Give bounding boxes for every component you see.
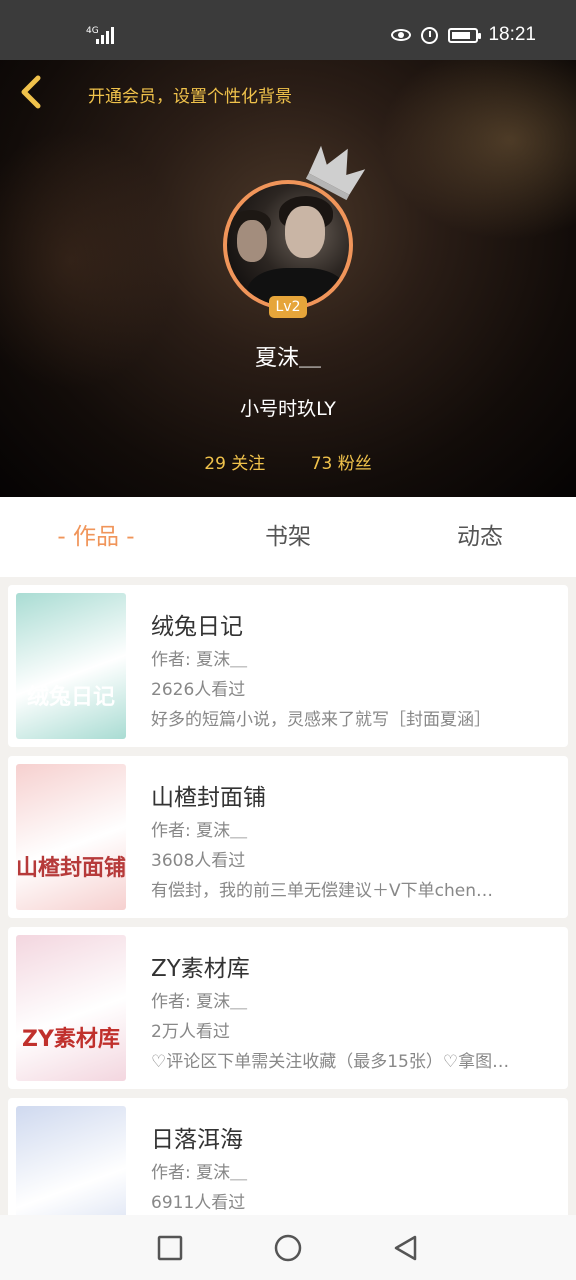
book-cover: 山楂封面铺 [16,764,126,910]
book-views: 2万人看过 [151,1022,230,1042]
following-count[interactable]: 29 关注 [204,449,265,474]
recent-apps-button[interactable] [155,1233,185,1263]
alarm-icon [421,26,439,44]
book-title: ZY素材库 [151,956,250,982]
book-title: 绒兔日记 [151,614,243,640]
book-description: 有偿封，我的前三单无偿建议＋V下单chen… [151,881,493,901]
book-author: 作者: 夏沫＿ [151,992,248,1012]
tab-activity[interactable]: 动态 [384,497,576,577]
nickname: 小号时玖LY [240,398,336,420]
level-badge: Lv2 [269,296,307,318]
profile-tabs: - 作品 - 书架 动态 [0,497,576,577]
book-author: 作者: 夏沫＿ [151,650,248,670]
book-author: 作者: 夏沫＿ [151,1163,248,1183]
battery-icon [448,27,482,43]
list-item[interactable]: 绒兔日记 绒兔日记 作者: 夏沫＿ 2626人看过 好多的短篇小说，灵感来了就写… [8,585,568,747]
list-item[interactable]: 山楂封面铺 山楂封面铺 作者: 夏沫＿ 3608人看过 有偿封，我的前三单无偿建… [8,756,568,918]
vip-background-link[interactable]: 开通会员，设置个性化背景 [88,82,292,107]
back-arrow-icon [21,75,41,109]
tab-works[interactable]: - 作品 - [0,497,192,577]
book-title: 日落洱海 [151,1127,243,1153]
crown-icon [306,145,366,200]
cover-title: ZY素材库 [22,1027,120,1052]
cover-title: 绒兔日记 [26,685,115,710]
back-button[interactable] [14,72,48,112]
username: 夏沫＿ [254,346,321,371]
book-cover [16,1106,126,1215]
system-nav-bar [0,1215,576,1280]
list-item[interactable]: 日落洱海 作者: 夏沫＿ 6911人看过 [8,1098,568,1215]
book-views: 6911人看过 [151,1193,246,1213]
signal-icon [96,26,116,44]
book-cover: ZY素材库 [16,935,126,1081]
book-title: 山楂封面铺 [151,785,266,811]
eye-icon [391,29,412,41]
status-bar: 4G 18:21 [0,0,576,60]
list-item[interactable]: ZY素材库 ZY素材库 作者: 夏沫＿ 2万人看过 ♡评论区下单需关注收藏（最多… [8,927,568,1089]
back-nav-button[interactable] [391,1233,421,1263]
book-author: 作者: 夏沫＿ [151,821,248,841]
book-views: 2626人看过 [151,680,246,700]
profile-header: 4G 18:21 开通会员，设置个性化背景 Lv2 夏沫＿ 小号时玖LY 29 … [0,0,576,497]
status-time: 18:21 [488,24,536,45]
followers-count[interactable]: 73 粉丝 [311,449,372,474]
tab-bookshelf[interactable]: 书架 [192,497,384,577]
book-cover: 绒兔日记 [16,593,126,739]
book-description: ♡评论区下单需关注收藏（最多15张）♡拿图… [151,1052,510,1072]
book-description: 好多的短篇小说，灵感来了就写［封面夏涵］ [151,710,491,730]
follow-stats: 29 关注 73 粉丝 [0,449,576,474]
home-button[interactable] [273,1233,303,1263]
works-list: 绒兔日记 绒兔日记 作者: 夏沫＿ 2626人看过 好多的短篇小说，灵感来了就写… [8,585,568,1215]
cover-title: 山楂封面铺 [16,856,126,881]
book-views: 3608人看过 [151,851,246,871]
